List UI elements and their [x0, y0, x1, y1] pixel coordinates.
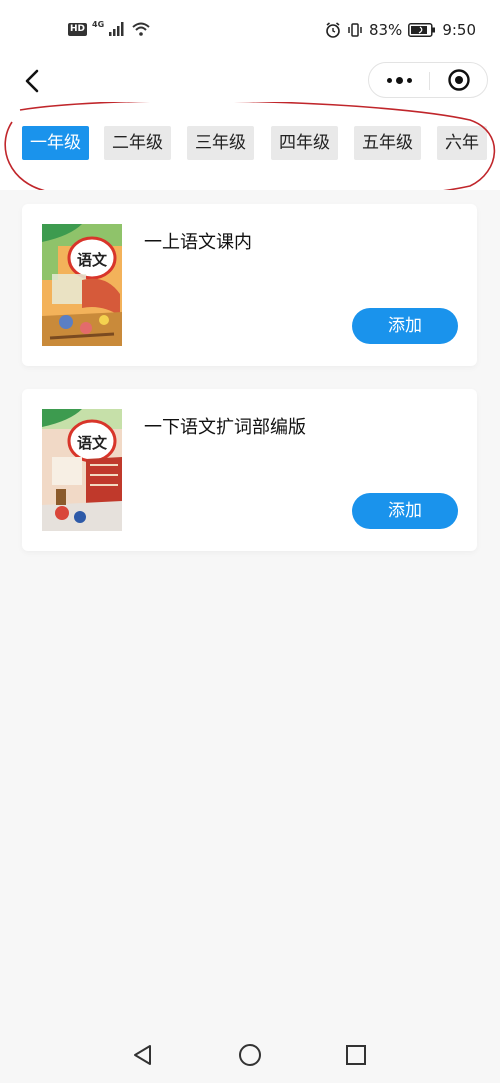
- tab-grade-3[interactable]: 三年级: [187, 126, 254, 160]
- textbook-cover-icon: 语文: [42, 224, 122, 346]
- add-button[interactable]: 添加: [352, 493, 458, 529]
- hd-badge: HD: [68, 22, 88, 36]
- target-circle-icon: [448, 69, 470, 91]
- tab-grade-4[interactable]: 四年级: [271, 126, 338, 160]
- svg-text:语文: 语文: [77, 434, 108, 452]
- tab-grade-5[interactable]: 五年级: [354, 126, 421, 160]
- chevron-left-icon: [25, 69, 39, 93]
- system-navigation-bar: [0, 1030, 500, 1083]
- signal-icon: [109, 22, 124, 36]
- more-dots-icon: [386, 76, 412, 84]
- back-triangle-icon[interactable]: [130, 1042, 156, 1068]
- vibrate-icon: [348, 23, 362, 37]
- status-right: 83% 9:50: [325, 21, 476, 39]
- network-type: 4G: [92, 19, 105, 29]
- battery-percent: 83%: [368, 21, 403, 39]
- book-title: 一上语文课内: [144, 232, 252, 253]
- tab-grade-1[interactable]: 一年级: [22, 126, 89, 160]
- home-circle-icon[interactable]: [237, 1042, 263, 1068]
- tab-grade-2[interactable]: 二年级: [104, 126, 171, 160]
- nav-bar: [0, 62, 500, 102]
- clock: 9:50: [442, 21, 476, 39]
- book-card[interactable]: 语文 一上语文课内 添加: [22, 204, 477, 366]
- svg-text:语文: 语文: [77, 251, 108, 269]
- more-button[interactable]: [369, 63, 429, 97]
- status-left: HD 4G: [68, 19, 150, 36]
- screen: HD 4G 83% 9:50 一年级 二年级 三年级 四年级 五年级 六年 语文…: [0, 0, 500, 1083]
- tab-grade-6[interactable]: 六年: [437, 126, 487, 160]
- alarm-icon: [326, 22, 340, 38]
- back-button[interactable]: [18, 66, 48, 96]
- status-bar: HD 4G 83% 9:50: [0, 0, 500, 62]
- close-mini-program-button[interactable]: [430, 63, 488, 97]
- battery-icon: [408, 23, 436, 37]
- mini-program-capsule: [368, 62, 488, 98]
- book-title: 一下语文扩词部编版: [144, 417, 306, 438]
- wifi-icon: [132, 22, 150, 36]
- grade-tab-bar: 一年级 二年级 三年级 四年级 五年级 六年: [0, 102, 500, 190]
- book-card[interactable]: 语文 一下语文扩词部编版 添加: [22, 389, 477, 551]
- textbook-cover-icon: 语文: [42, 409, 122, 531]
- recents-square-icon[interactable]: [343, 1042, 369, 1068]
- add-button[interactable]: 添加: [352, 308, 458, 344]
